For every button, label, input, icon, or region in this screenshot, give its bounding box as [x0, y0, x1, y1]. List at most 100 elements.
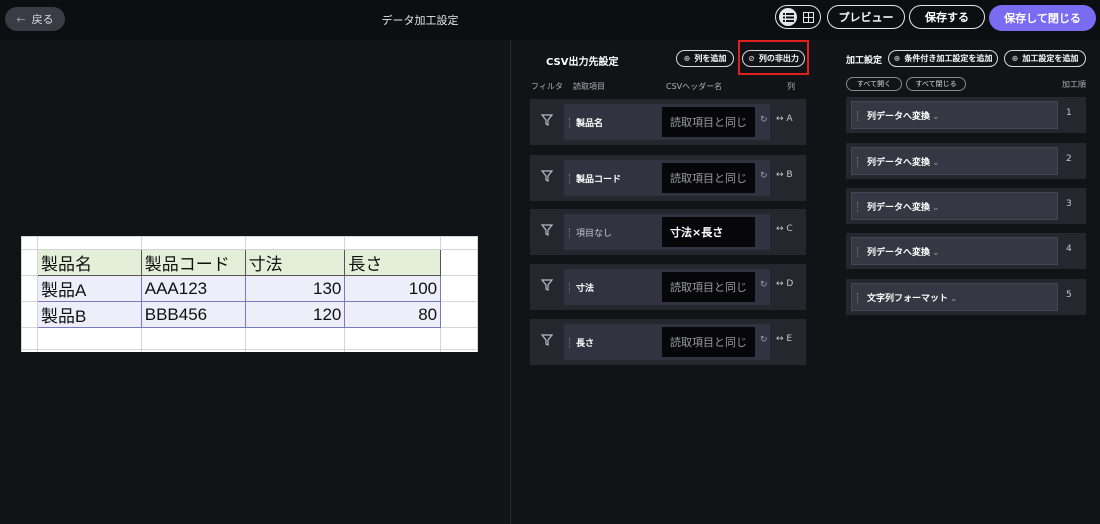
sheet-cell[interactable]: 130 [244, 275, 346, 302]
source-field-select[interactable]: 製品コード 読取項目と同じ ↻ [564, 160, 770, 196]
filter-column-header: フィルタ [531, 82, 563, 91]
plus-circle-icon: ⊕ [1011, 54, 1019, 63]
processing-item-label: 列データへ変換 [867, 158, 931, 168]
sheet-cell[interactable]: 100 [344, 275, 442, 302]
drag-handle-icon[interactable] [569, 174, 572, 184]
column-letter-label: D [786, 279, 794, 289]
processing-row: 列データへ変換 ⌄ 3 [846, 188, 1086, 224]
drag-handle-icon[interactable] [569, 118, 572, 128]
add-processing-label: 加工設定を追加 [1022, 54, 1079, 63]
column-letter: ↔ C [776, 224, 793, 234]
source-field-select[interactable]: 項目なし 寸法×長さ [564, 214, 770, 250]
list-view-option[interactable] [779, 8, 797, 26]
chevron-down-icon[interactable]: ⌄ [932, 112, 940, 122]
filter-icon[interactable] [540, 169, 554, 183]
drag-handle-icon[interactable] [857, 202, 858, 212]
filter-icon[interactable] [540, 113, 554, 127]
collapse-all-button[interactable]: すべて閉じる [906, 77, 966, 91]
processing-row: 列データへ変換 ⌄ 4 [846, 233, 1086, 269]
column-letter-label: B [786, 170, 793, 180]
add-conditional-processing-button[interactable]: ⊕ 条件付き加工設定を追加 [888, 50, 998, 67]
preview-button[interactable]: プレビュー [827, 5, 905, 29]
table-row: 製品B BBB456 120 80 [21, 301, 478, 328]
csv-mapping-row: 製品名 読取項目と同じ ↻ ↔ A [530, 99, 806, 145]
spreadsheet-preview: 製品名 製品コード 寸法 長さ 製品A AAA123 130 100 製品B B… [21, 236, 478, 352]
column-letter: ↔ A [776, 114, 793, 124]
chevron-down-icon[interactable]: ⌄ [950, 294, 958, 304]
source-field-label: 長さ [576, 339, 595, 349]
csv-header-input[interactable]: 読取項目と同じ [662, 107, 755, 137]
processing-item-label: 列データへ変換 [867, 248, 931, 258]
drag-handle-icon[interactable] [569, 228, 572, 238]
list-icon [782, 12, 794, 22]
drag-handle-icon[interactable] [857, 293, 858, 303]
csv-mapping-row: 寸法 読取項目と同じ ↻ ↔ D [530, 264, 806, 310]
pane-divider [510, 40, 511, 524]
reset-icon[interactable]: ↻ [760, 171, 768, 181]
source-field-label: 寸法 [576, 284, 595, 294]
chevron-down-icon[interactable]: ⌄ [932, 203, 940, 213]
reset-icon[interactable]: ↻ [760, 280, 768, 290]
add-processing-button[interactable]: ⊕ 加工設定を追加 [1004, 50, 1086, 67]
processing-item[interactable]: 列データへ変換 ⌄ [851, 147, 1058, 175]
processing-item[interactable]: 文字列フォーマット ⌄ [851, 283, 1058, 311]
csv-mapping-row: 項目なし 寸法×長さ ↔ C [530, 209, 806, 255]
chevron-down-icon[interactable]: ⌄ [932, 158, 940, 168]
processing-title: 加工設定 [846, 56, 883, 66]
sheet-cell[interactable]: 80 [344, 301, 442, 328]
source-field-select[interactable]: 寸法 読取項目と同じ ↻ [564, 269, 770, 305]
drag-handle-icon[interactable] [857, 111, 858, 121]
plus-circle-icon: ⊕ [893, 54, 901, 63]
csv-header-input[interactable]: 読取項目と同じ [662, 327, 755, 357]
processing-item[interactable]: 列データへ変換 ⌄ [851, 237, 1058, 265]
sheet-cell[interactable]: 長さ [344, 249, 442, 276]
view-toggle[interactable] [775, 5, 821, 29]
sheet-cell[interactable]: AAA123 [140, 275, 246, 302]
table-row: 製品A AAA123 130 100 [21, 275, 478, 302]
save-and-close-button[interactable]: 保存して閉じる [989, 5, 1096, 31]
sheet-cell[interactable]: 寸法 [244, 249, 346, 276]
sheet-cell[interactable]: 製品コード [140, 249, 246, 276]
drag-handle-icon[interactable] [569, 338, 572, 348]
csv-header-input[interactable]: 読取項目と同じ [662, 272, 755, 302]
add-column-button[interactable]: ⊕ 列を追加 [676, 50, 734, 67]
processing-item-label: 列データへ変換 [867, 112, 931, 122]
filter-icon[interactable] [540, 223, 554, 237]
csv-mapping-row: 長さ 読取項目と同じ ↻ ↔ E [530, 319, 806, 365]
source-field-label: 製品名 [576, 119, 604, 129]
processing-item[interactable]: 列データへ変換 ⌄ [851, 192, 1058, 220]
sheet-cell[interactable]: 製品名 [36, 249, 142, 276]
processing-row: 列データへ変換 ⌄ 1 [846, 97, 1086, 133]
csv-header-input[interactable]: 寸法×長さ [662, 217, 755, 247]
column-letter: ↔ D [776, 279, 794, 289]
drag-handle-icon[interactable] [857, 157, 858, 167]
page-title: データ加工設定 [381, 14, 459, 27]
column-letter-header: 列 [787, 82, 795, 91]
reset-icon[interactable]: ↻ [760, 335, 768, 345]
sheet-cell[interactable]: 製品B [36, 301, 142, 328]
filter-icon[interactable] [540, 333, 554, 347]
csv-header-input[interactable]: 読取項目と同じ [662, 163, 755, 193]
column-letter: ↔ B [776, 170, 793, 180]
source-column-header: 読取項目 [573, 82, 605, 91]
column-letter-label: A [786, 114, 793, 124]
source-field-select[interactable]: 製品名 読取項目と同じ ↻ [564, 104, 770, 140]
expand-all-button[interactable]: すべて開く [846, 77, 902, 91]
filter-icon[interactable] [540, 278, 554, 292]
chevron-down-icon[interactable]: ⌄ [932, 248, 940, 258]
save-button[interactable]: 保存する [909, 5, 985, 29]
drag-handle-icon[interactable] [857, 247, 858, 257]
highlight-box [738, 40, 809, 75]
sheet-cell[interactable]: BBB456 [140, 301, 246, 328]
grid-view-option[interactable] [799, 8, 817, 26]
source-field-label: 製品コード [576, 175, 622, 185]
processing-order-number: 4 [1066, 244, 1072, 254]
reset-icon[interactable]: ↻ [760, 115, 768, 125]
processing-item[interactable]: 列データへ変換 ⌄ [851, 101, 1058, 129]
processing-item-label: 列データへ変換 [867, 203, 931, 213]
spreadsheet-table: 製品名 製品コード 寸法 長さ 製品A AAA123 130 100 製品B B… [21, 236, 478, 352]
sheet-cell[interactable]: 120 [244, 301, 346, 328]
drag-handle-icon[interactable] [569, 283, 572, 293]
sheet-cell[interactable]: 製品A [36, 275, 142, 302]
source-field-select[interactable]: 長さ 読取項目と同じ ↻ [564, 324, 770, 360]
